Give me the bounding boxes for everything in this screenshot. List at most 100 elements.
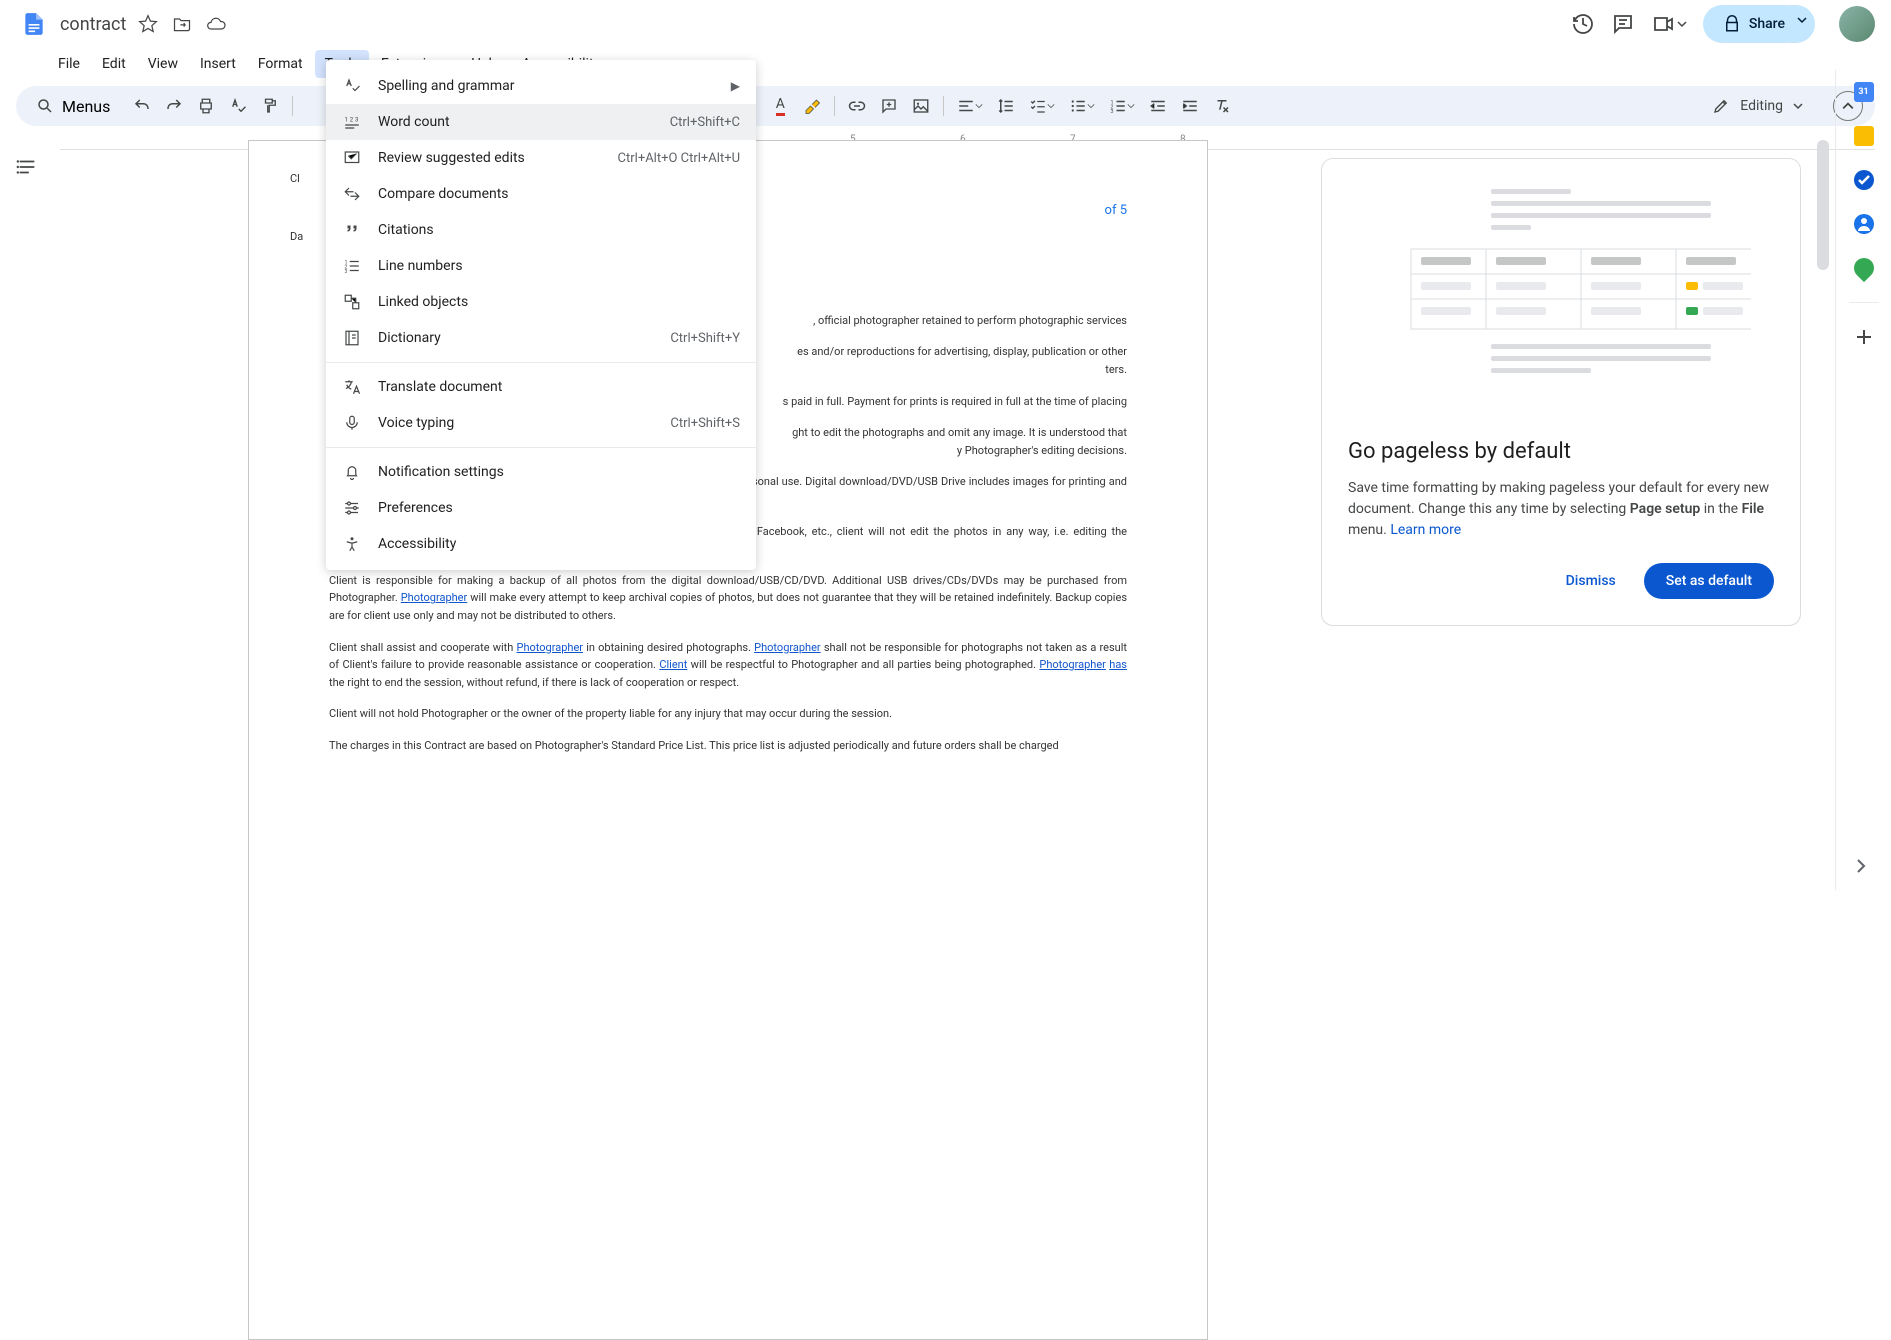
menu-file[interactable]: File <box>48 50 90 78</box>
dropdown-label: Citations <box>378 222 740 238</box>
numbered-list-button[interactable]: 123 <box>1104 92 1140 120</box>
history-icon[interactable] <box>1571 12 1595 36</box>
menu-spelling-grammar[interactable]: Spelling and grammar ▶ <box>326 68 756 104</box>
star-icon[interactable] <box>138 14 158 34</box>
toolbar-separator <box>292 96 293 116</box>
bell-icon <box>342 462 362 482</box>
menu-preferences[interactable]: Preferences <box>326 490 756 526</box>
lock-icon <box>1723 15 1741 33</box>
chevron-down-icon <box>1793 101 1803 111</box>
maps-icon[interactable] <box>1849 254 1877 282</box>
mic-icon <box>342 413 362 433</box>
preferences-icon <box>342 498 362 518</box>
print-button[interactable] <box>192 92 220 120</box>
clear-formatting-button[interactable] <box>1208 92 1236 120</box>
menu-dictionary[interactable]: Dictionary Ctrl+Shift+Y <box>326 320 756 356</box>
citations-icon <box>342 220 362 240</box>
highlight-button[interactable] <box>798 92 826 120</box>
account-avatar[interactable] <box>1839 6 1875 42</box>
svg-text:1: 1 <box>345 116 348 123</box>
editing-label: Editing <box>1740 98 1783 114</box>
menu-citations[interactable]: Citations <box>326 212 756 248</box>
tools-dropdown: Spelling and grammar ▶ 123 Word count Ct… <box>326 60 756 570</box>
checklist-button[interactable] <box>1024 92 1060 120</box>
dropdown-label: Line numbers <box>378 258 740 274</box>
translate-icon <box>342 377 362 397</box>
outline-toggle[interactable] <box>0 140 48 890</box>
menu-view[interactable]: View <box>138 50 188 78</box>
svg-text:3: 3 <box>355 116 358 123</box>
text-color-button[interactable]: A <box>766 92 794 120</box>
outline-icon <box>16 156 38 178</box>
meet-icon[interactable] <box>1651 12 1687 36</box>
dropdown-label: Linked objects <box>378 294 740 310</box>
editing-mode-button[interactable]: Editing <box>1698 91 1817 121</box>
docs-logo[interactable] <box>16 6 52 42</box>
vertical-scrollbar[interactable] <box>1817 140 1829 270</box>
menu-line-numbers[interactable]: 123 Line numbers <box>326 248 756 284</box>
side-panel: 31 <box>1835 70 1891 890</box>
line-spacing-button[interactable] <box>992 92 1020 120</box>
add-addon-icon[interactable] <box>1854 327 1874 347</box>
dismiss-button[interactable]: Dismiss <box>1550 563 1632 599</box>
menu-format[interactable]: Format <box>248 50 313 78</box>
comments-icon[interactable] <box>1611 12 1635 36</box>
insert-image-button[interactable] <box>907 92 935 120</box>
menu-accessibility-item[interactable]: Accessibility <box>326 526 756 562</box>
contacts-icon[interactable] <box>1854 214 1874 234</box>
dropdown-label: Review suggested edits <box>378 150 602 166</box>
promo-illustration <box>1322 159 1800 419</box>
submenu-arrow-icon: ▶ <box>731 79 740 93</box>
tasks-icon[interactable] <box>1854 170 1874 190</box>
svg-text:2: 2 <box>350 116 354 123</box>
side-panel-collapse-icon[interactable] <box>1849 854 1873 878</box>
search-icon <box>36 97 54 115</box>
menu-linked-objects[interactable]: Linked objects <box>326 284 756 320</box>
set-default-button[interactable]: Set as default <box>1644 563 1774 599</box>
share-dropdown-caret[interactable] <box>1789 5 1815 43</box>
undo-button[interactable] <box>128 92 156 120</box>
menu-review-edits[interactable]: Review suggested edits Ctrl+Alt+O Ctrl+A… <box>326 140 756 176</box>
dropdown-label: Voice typing <box>378 415 654 431</box>
insert-link-button[interactable] <box>843 92 871 120</box>
menu-notification-settings[interactable]: Notification settings <box>326 454 756 490</box>
cloud-status-icon[interactable] <box>206 14 226 34</box>
menu-compare-docs[interactable]: Compare documents <box>326 176 756 212</box>
linked-objects-icon <box>342 292 362 312</box>
promo-title: Go pageless by default <box>1348 439 1774 464</box>
paint-format-button[interactable] <box>256 92 284 120</box>
redo-button[interactable] <box>160 92 188 120</box>
align-button[interactable] <box>952 92 988 120</box>
menu-translate[interactable]: Translate document <box>326 369 756 405</box>
pageless-promo-card: Go pageless by default Save time formatt… <box>1321 158 1801 626</box>
dropdown-label: Word count <box>378 114 654 130</box>
add-comment-button[interactable] <box>875 92 903 120</box>
svg-text:3: 3 <box>345 269 348 275</box>
spellcheck-button[interactable] <box>224 92 252 120</box>
promo-text: Save time formatting by making pageless … <box>1348 478 1774 541</box>
line-numbers-icon: 123 <box>342 256 362 276</box>
dropdown-shortcut: Ctrl+Shift+C <box>670 115 740 130</box>
menus-label: Menus <box>62 97 110 116</box>
calendar-icon[interactable]: 31 <box>1854 82 1874 102</box>
page-left-text: Cl Da <box>290 170 303 245</box>
dropdown-label: Accessibility <box>378 536 740 552</box>
dropdown-label: Dictionary <box>378 330 654 346</box>
decrease-indent-button[interactable] <box>1144 92 1172 120</box>
menu-insert[interactable]: Insert <box>190 50 246 78</box>
keep-icon[interactable] <box>1854 126 1874 146</box>
dropdown-label: Compare documents <box>378 186 740 202</box>
toolbar: Menus B I U A 123 Editing <box>16 86 1875 126</box>
move-icon[interactable] <box>172 14 192 34</box>
review-icon <box>342 148 362 168</box>
menu-word-count[interactable]: 123 Word count Ctrl+Shift+C <box>326 104 756 140</box>
bulleted-list-button[interactable] <box>1064 92 1100 120</box>
header-bar: contract Share <box>0 0 1891 48</box>
learn-more-link[interactable]: Learn more <box>1390 522 1461 538</box>
search-menus-button[interactable]: Menus <box>28 93 124 120</box>
menu-voice-typing[interactable]: Voice typing Ctrl+Shift+S <box>326 405 756 441</box>
dictionary-icon <box>342 328 362 348</box>
increase-indent-button[interactable] <box>1176 92 1204 120</box>
document-title[interactable]: contract <box>60 14 126 35</box>
menu-edit[interactable]: Edit <box>92 50 136 78</box>
